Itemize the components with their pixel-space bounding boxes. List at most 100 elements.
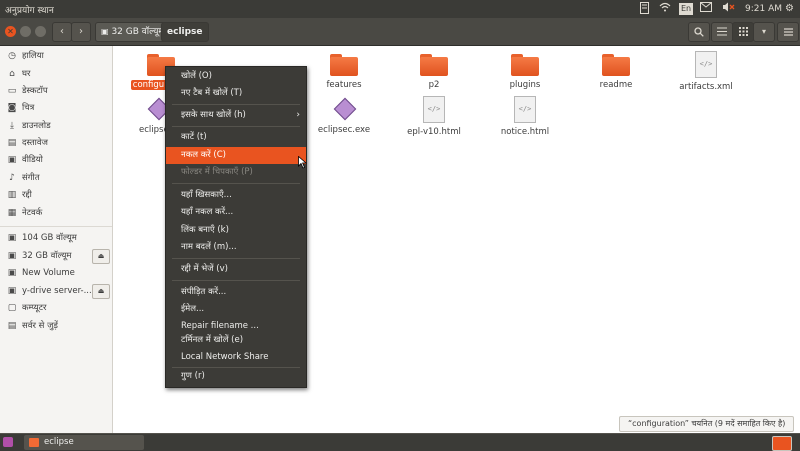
breadcrumb-current[interactable]: eclipse (161, 22, 209, 42)
sidebar-item-trash[interactable]: ▥ रद्दी (0, 187, 112, 204)
breadcrumb-volume[interactable]: ▣ 32 GB वॉल्यूम (95, 22, 170, 42)
taskbar-window-eclipse[interactable]: eclipse (24, 435, 144, 450)
folder-icon (29, 438, 39, 447)
menu-item-open-in-terminal[interactable]: टर्मिनल में खोलें (e) (166, 332, 306, 349)
menu-item-properties[interactable]: गुण (r) (166, 368, 306, 385)
menu-item-paste-into-folder[interactable]: फोल्डर में चिपकाएँ (P) (166, 164, 306, 181)
sidebar-item-home[interactable]: ⌂ घर (0, 66, 112, 83)
menu-item-label: नाम बदलें (m)... (181, 242, 237, 252)
file-item[interactable]: plugins (485, 54, 565, 90)
sidebar-item-pictures[interactable]: ◙ चित्र (0, 100, 112, 117)
file-item[interactable]: features (304, 54, 384, 90)
video-icon: ▣ (7, 155, 17, 165)
forward-button[interactable]: › (71, 22, 91, 42)
menu-separator (172, 126, 300, 127)
sidebar-item-downloads[interactable]: ⤓ डाउनलोड (0, 118, 112, 135)
menu-icon (783, 28, 793, 36)
clock[interactable]: 9:21 AM (745, 2, 782, 16)
sidebar-item-music[interactable]: ♪ संगीत (0, 170, 112, 187)
sidebar-item-documents[interactable]: ▤ दस्तावेज (0, 135, 112, 152)
context-menu: खोलें (O) नए टैब में खोलें (T) इसके साथ … (165, 66, 307, 388)
app-indicator-icon[interactable] (640, 2, 649, 16)
executable-icon (333, 97, 357, 121)
menu-item-open-new-tab[interactable]: नए टैब में खोलें (T) (166, 85, 306, 102)
menu-item-label: Local Network Share (181, 352, 269, 362)
file-item[interactable]: </> artifacts.xml (666, 51, 746, 92)
network-icon: ▦ (7, 208, 17, 218)
mail-icon[interactable] (700, 2, 712, 16)
sidebar-item-label: नेटवर्क (22, 208, 43, 218)
sidebar-item-desktop[interactable]: ▭ डेस्कटॉप (0, 83, 112, 100)
grid-view-button[interactable] (732, 22, 754, 42)
sidebar-item-volume-104[interactable]: ▣ 104 GB वॉल्यूम (0, 230, 112, 247)
file-item[interactable]: </> notice.html (485, 96, 565, 137)
trash-icon: ▥ (7, 190, 17, 200)
drive-icon: ▣ (7, 268, 17, 278)
volume-muted-icon[interactable] (722, 2, 735, 16)
file-name: plugins (509, 80, 541, 90)
menu-item-email[interactable]: ईमेल... (166, 301, 306, 318)
menu-item-label: यहाँ नकल करें... (181, 207, 234, 217)
show-desktop-icon[interactable] (3, 437, 13, 447)
menu-item-move-to[interactable]: यहाँ खिसकाएँ... (166, 187, 306, 204)
menu-item-cut[interactable]: काटें (t) (166, 129, 306, 146)
sidebar-item-connect-server[interactable]: ▤ सर्वर से जुड़ें (0, 318, 112, 335)
gear-icon[interactable]: ⚙ (785, 2, 794, 16)
eject-button[interactable]: ⏏ (92, 249, 110, 264)
menu-item-label: लिंक बनाएँ (k) (181, 225, 229, 235)
menu-separator (172, 258, 300, 259)
menu-item-label: टर्मिनल में खोलें (e) (181, 335, 244, 345)
sidebar-item-label: चित्र (22, 103, 35, 113)
eject-button[interactable]: ⏏ (92, 284, 110, 299)
menu-item-label: गुण (r) (181, 371, 205, 381)
menu-item-compress[interactable]: संपीड़ित करें... (166, 284, 306, 301)
menu-item-copy[interactable]: नकल करें (C) (166, 147, 306, 164)
home-icon: ⌂ (9, 69, 15, 79)
workspace-switcher-icon[interactable] (772, 436, 792, 451)
sidebar-item-new-volume[interactable]: ▣ New Volume (0, 265, 112, 282)
file-item[interactable]: </> epl-v10.html (394, 96, 474, 137)
close-icon[interactable]: ✕ (5, 26, 16, 37)
sidebar-item-label: दस्तावेज (22, 138, 48, 148)
computer-icon: ▢ (7, 303, 17, 313)
menu-item-label: फोल्डर में चिपकाएँ (P) (181, 167, 253, 177)
sidebar-item-label: 32 GB वॉल्यूम (22, 251, 72, 261)
view-options-button[interactable]: ▾ (753, 22, 775, 42)
camera-icon: ◙ (7, 103, 17, 113)
sidebar-item-recent[interactable]: ◷ हालिया (0, 48, 112, 65)
selection-status: “configuration” चयनित (9 मदें समाहित किए… (619, 416, 795, 432)
grid-view-icon (738, 27, 748, 36)
menu-item-move-to-trash[interactable]: रद्दी में भेजें (v) (166, 261, 306, 278)
sidebar-item-label: सर्वर से जुड़ें (22, 321, 58, 331)
file-item[interactable]: readme (576, 54, 656, 90)
menu-separator (172, 104, 300, 105)
menu-button[interactable] (777, 22, 799, 42)
menu-item-local-network-share[interactable]: Local Network Share (166, 349, 306, 366)
chevron-right-icon: › (79, 26, 83, 37)
chevron-down-icon: ▾ (761, 27, 766, 36)
minimize-icon[interactable] (20, 26, 31, 37)
sidebar-item-network[interactable]: ▦ नेटवर्क (0, 205, 112, 222)
sidebar-item-videos[interactable]: ▣ वीडियो (0, 152, 112, 169)
sidebar-item-label: New Volume (22, 268, 75, 278)
keyboard-layout[interactable]: En (679, 3, 694, 15)
menu-item-open[interactable]: खोलें (O) (166, 68, 306, 85)
menu-item-label: नए टैब में खोलें (T) (181, 88, 243, 98)
clock-icon: ◷ (8, 51, 16, 61)
sidebar: ◷ हालिया ⌂ घर ▭ डेस्कटॉप ◙ चित्र ⤓ डाउनलोड ▤ द… (0, 46, 113, 433)
wifi-icon[interactable] (659, 2, 671, 16)
menu-item-rename[interactable]: नाम बदलें (m)... (166, 239, 306, 256)
file-item[interactable]: p2 (394, 54, 474, 90)
menu-item-make-link[interactable]: लिंक बनाएँ (k) (166, 222, 306, 239)
app-menu[interactable]: अनुप्रयोग स्थान (5, 3, 54, 16)
maximize-icon[interactable] (35, 26, 46, 37)
drive-icon: ▣ (7, 286, 17, 296)
sidebar-item-computer[interactable]: ▢ कम्प्यूटर (0, 300, 112, 317)
menu-item-copy-to[interactable]: यहाँ नकल करें... (166, 204, 306, 221)
menu-item-open-with[interactable]: इसके साथ खोलें (h) › (166, 107, 306, 124)
search-button[interactable] (688, 22, 710, 42)
file-item[interactable]: eclipsec.exe (304, 97, 384, 135)
menu-separator (172, 280, 300, 281)
list-view-button[interactable] (711, 22, 733, 42)
back-button[interactable]: ‹ (52, 22, 72, 42)
